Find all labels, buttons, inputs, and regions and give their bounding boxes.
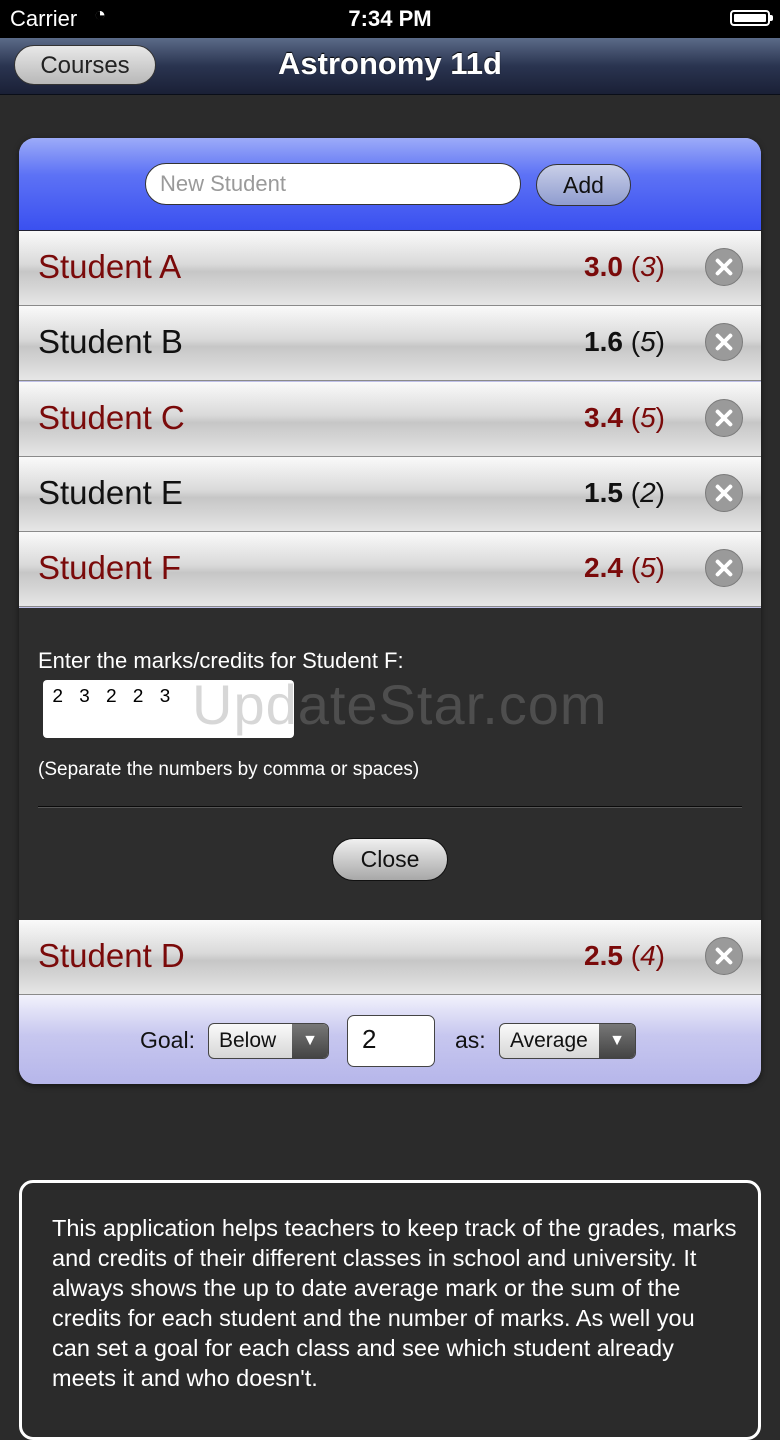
goal-type-value: Average <box>510 1029 588 1052</box>
delete-icon[interactable] <box>705 549 743 587</box>
marks-prompt: Enter the marks/credits for Student F: <box>38 648 404 673</box>
as-label: as: <box>455 1027 486 1053</box>
student-row[interactable]: Student E 1.5 (2) <box>19 457 761 532</box>
student-score: 2.5 (4) <box>584 940 665 971</box>
chevron-down-icon: ▼ <box>292 1024 328 1058</box>
student-row[interactable]: Student B 1.6 (5) <box>19 306 761 381</box>
info-text: This application helps teachers to keep … <box>52 1215 737 1391</box>
student-score: 1.6 (5) <box>584 326 665 357</box>
goal-comparison-select[interactable]: Below ▼ <box>208 1023 329 1059</box>
student-mark-count: 3 <box>640 251 656 282</box>
student-score: 3.4 (5) <box>584 402 665 433</box>
delete-icon[interactable] <box>705 248 743 286</box>
info-box: This application helps teachers to keep … <box>19 1180 761 1440</box>
student-row[interactable]: Student F 2.4 (5) <box>19 532 761 607</box>
navigation-bar: Courses Astronomy 11d <box>0 38 780 95</box>
student-name: Student E <box>38 474 183 511</box>
student-average: 1.6 <box>584 326 623 357</box>
delete-icon[interactable] <box>705 323 743 361</box>
goal-label: Goal: <box>140 1027 195 1053</box>
student-mark-count: 5 <box>640 402 656 433</box>
goal-type-select[interactable]: Average ▼ <box>499 1023 636 1059</box>
student-mark-count: 2 <box>640 477 656 508</box>
student-score: 2.4 (5) <box>584 552 665 583</box>
add-student-header: Add <box>19 138 761 231</box>
student-average: 3.0 <box>584 251 623 282</box>
student-name: Student A <box>38 248 182 285</box>
delete-icon[interactable] <box>705 474 743 512</box>
student-average: 1.5 <box>584 477 623 508</box>
battery-icon <box>730 10 773 26</box>
student-mark-count: 5 <box>640 326 656 357</box>
student-score: 3.0 (3) <box>584 251 665 282</box>
divider <box>38 806 742 808</box>
student-name: Student F <box>38 549 182 586</box>
add-student-button[interactable]: Add <box>536 164 631 206</box>
chevron-down-icon: ▼ <box>599 1024 635 1058</box>
student-average: 3.4 <box>584 402 623 433</box>
student-name: Student C <box>38 399 185 436</box>
delete-icon[interactable] <box>705 399 743 437</box>
student-row[interactable]: Student D 2.5 (4) <box>19 920 761 995</box>
student-row[interactable]: Student A 3.0 (3) <box>19 231 761 306</box>
close-button[interactable]: Close <box>332 838 448 881</box>
student-name: Student B <box>38 323 183 360</box>
student-mark-count: 4 <box>640 940 656 971</box>
student-average: 2.4 <box>584 552 623 583</box>
class-card: Add Student A 3.0 (3) Student B 1.6 (5) … <box>19 138 761 1084</box>
page-title: Astronomy 11d <box>278 46 502 81</box>
student-name: Student D <box>38 937 185 974</box>
new-student-input[interactable] <box>145 163 521 205</box>
student-row[interactable]: Student C 3.4 (5) <box>19 382 761 457</box>
marks-hint: (Separate the numbers by comma or spaces… <box>38 759 420 780</box>
goal-value-input[interactable]: 2 <box>347 1015 435 1067</box>
goal-comparison-value: Below <box>219 1029 277 1052</box>
watermark: UpdateStar.com <box>192 673 608 736</box>
delete-icon[interactable] <box>705 937 743 975</box>
student-mark-count: 5 <box>640 552 656 583</box>
marks-editor-panel: Enter the marks/credits for Student F: 2… <box>19 608 761 920</box>
clock: 7:34 PM <box>348 6 432 31</box>
goal-bar: Goal: Below ▼ 2 as: Average ▼ <box>19 995 761 1084</box>
student-score: 1.5 (2) <box>584 477 665 508</box>
student-average: 2.5 <box>584 940 623 971</box>
status-bar: Carrier ◔ 7:34 PM <box>0 0 780 38</box>
